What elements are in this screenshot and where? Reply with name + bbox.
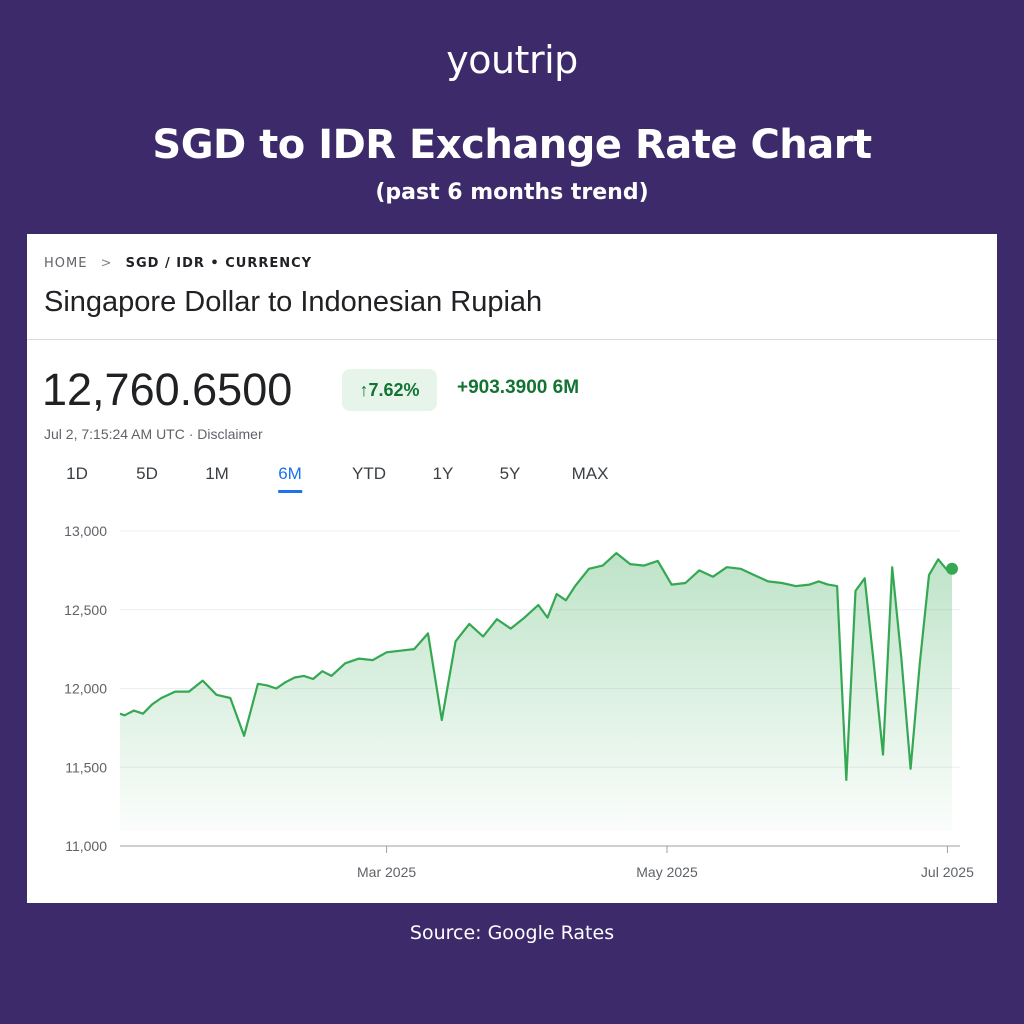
y-tick-label: 11,500 <box>65 759 107 775</box>
page-title: SGD to IDR Exchange Rate Chart <box>152 122 872 168</box>
y-tick-label: 12,500 <box>64 602 107 618</box>
y-tick-label: 13,000 <box>64 523 107 539</box>
x-tick-label: Jul 2025 <box>921 864 974 880</box>
latest-point-marker <box>946 562 958 575</box>
y-tick-label: 11,000 <box>65 838 107 854</box>
series-area <box>120 553 952 831</box>
y-tick-label: 12,000 <box>64 681 107 697</box>
page-subtitle: (past 6 months trend) <box>375 180 649 205</box>
source-note: Source: Google Rates <box>409 922 615 944</box>
rate-card: HOME > SGD / IDR • CURRENCY Singapore Do… <box>27 234 997 903</box>
youtrip-logo: youtrip <box>446 38 578 82</box>
x-tick-label: May 2025 <box>636 864 698 880</box>
x-tick-label: Mar 2025 <box>357 864 416 880</box>
exchange-rate-chart: 11,000 11,500 12,000 12,500 13,000 Mar 2025 Ma… <box>64 523 974 880</box>
